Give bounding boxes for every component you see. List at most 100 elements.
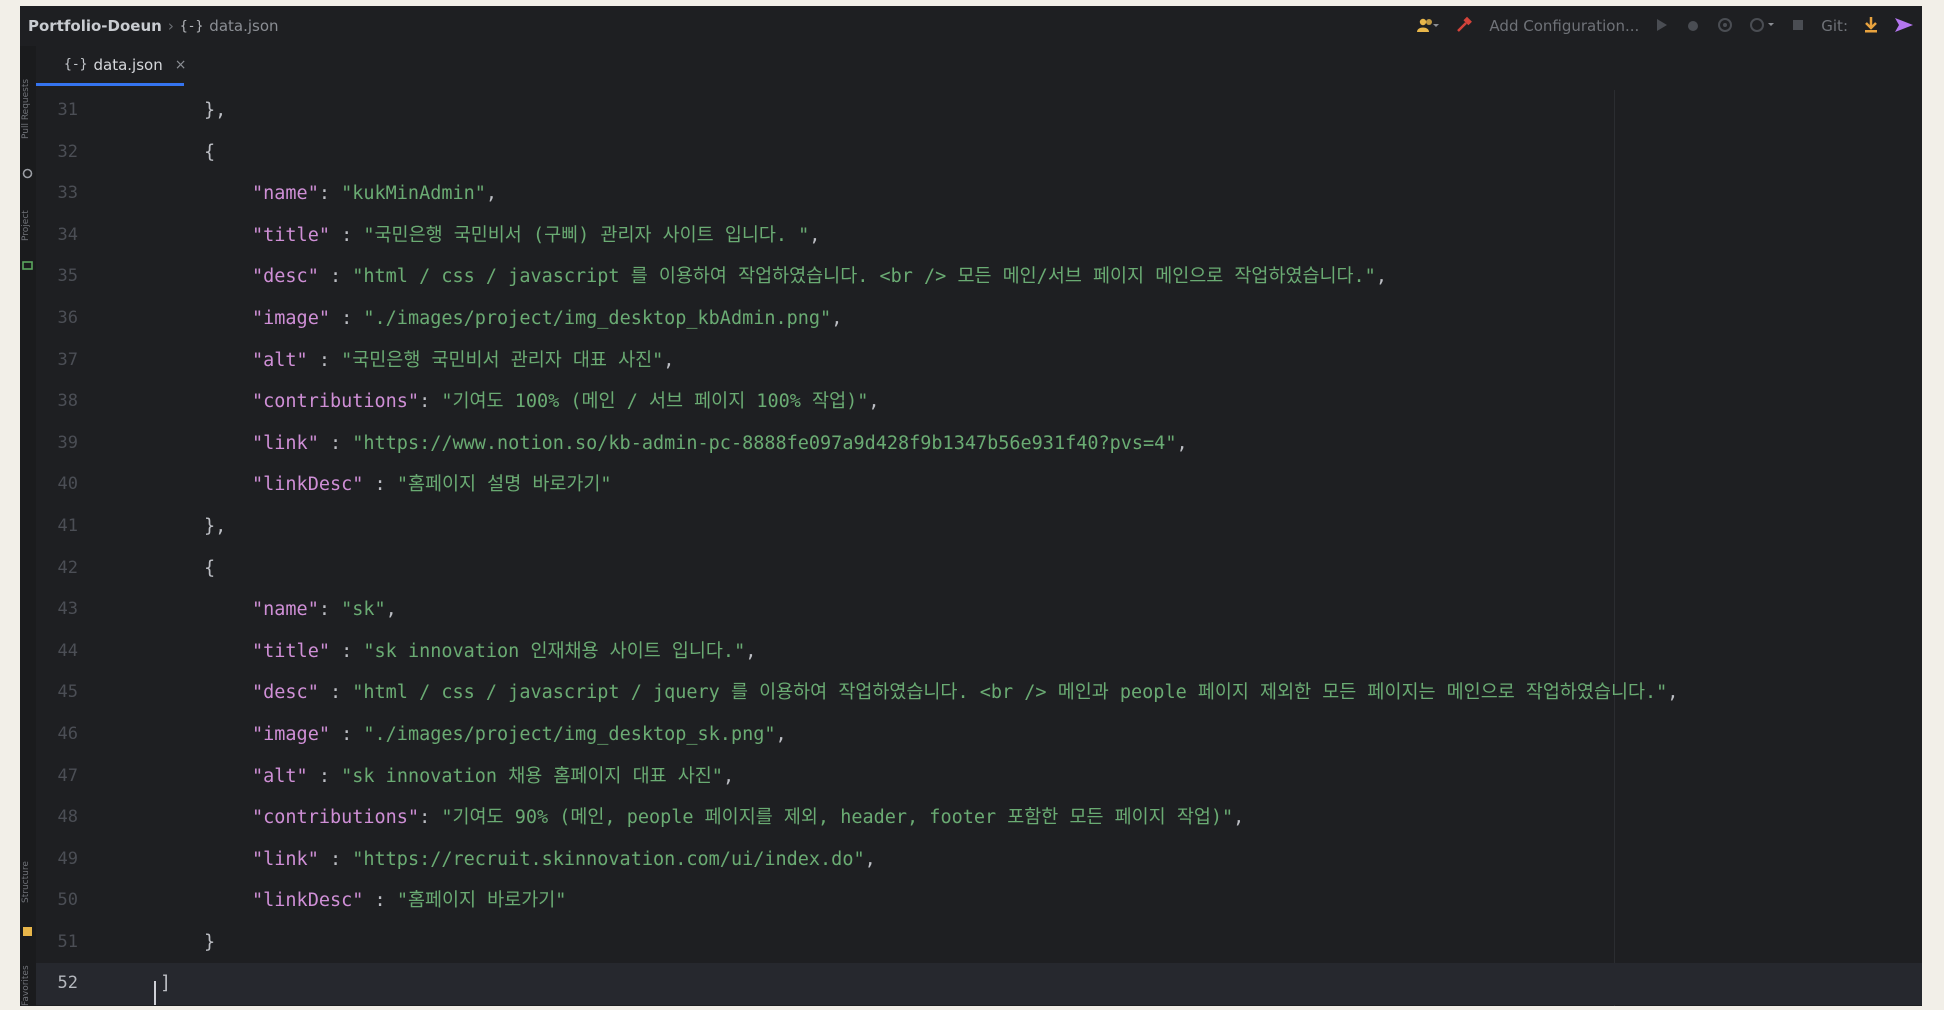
code-line[interactable]: 47 "alt" : "sk innovation 채용 홈페이지 대표 사진", bbox=[36, 756, 1922, 798]
tool-window-strip: Pull Requests Project Structure Favorite… bbox=[20, 46, 36, 1006]
code-line[interactable]: 42 { bbox=[36, 548, 1922, 590]
run-icon[interactable] bbox=[1655, 17, 1669, 36]
line-number: 33 bbox=[57, 183, 78, 204]
json-string-value: "https://www.notion.so/kb-admin-pc-8888f… bbox=[352, 432, 1177, 454]
json-separator: : bbox=[318, 266, 353, 288]
json-separator: : bbox=[329, 307, 364, 329]
project-icon[interactable] bbox=[22, 260, 33, 271]
code-line[interactable]: 52] bbox=[36, 963, 1922, 1006]
code-line[interactable]: 46 "image" : "./images/project/img_deskto… bbox=[36, 714, 1922, 756]
json-comma: , bbox=[1233, 807, 1245, 829]
line-number: 42 bbox=[57, 557, 78, 578]
git-push-icon[interactable] bbox=[1894, 16, 1914, 37]
code-line[interactable]: 39 "link" : "https://www.notion.so/kb-adm… bbox=[36, 423, 1922, 465]
code-line[interactable]: 36 "image" : "./images/project/img_deskto… bbox=[36, 298, 1922, 340]
json-separator: : bbox=[318, 848, 353, 870]
line-content: "title" : "국민은행 국민비서 (구삐) 관리자 사이트 입니다. "… bbox=[252, 215, 820, 257]
code-line[interactable]: 50 "linkDesc" : "홈페이지 바로가기" bbox=[36, 880, 1922, 922]
pull-requests-icon[interactable] bbox=[22, 168, 33, 179]
tab-label: data.json bbox=[93, 55, 163, 74]
ide-window: Portfolio-Doeun › {-} data.json Add Conf… bbox=[20, 6, 1922, 1006]
text-caret bbox=[154, 972, 156, 1006]
line-number: 34 bbox=[57, 224, 78, 245]
code-line[interactable]: 37 "alt" : "국민은행 국민비서 관리자 대표 사진", bbox=[36, 340, 1922, 382]
json-bracket: { bbox=[204, 141, 216, 163]
code-line[interactable]: 43 "name": "sk", bbox=[36, 589, 1922, 631]
json-separator: : bbox=[329, 640, 364, 662]
json-bracket: }, bbox=[204, 100, 227, 121]
line-content: "desc" : "html / css / javascript / jque… bbox=[252, 672, 1678, 714]
json-key: "name" bbox=[252, 599, 319, 621]
json-string-value: "https://recruit.skinnovation.com/ui/ind… bbox=[352, 848, 865, 870]
line-content: { bbox=[204, 548, 215, 590]
structure-tool[interactable]: Structure bbox=[21, 842, 35, 922]
title-bar: Portfolio-Doeun › {-} data.json Add Conf… bbox=[20, 6, 1922, 46]
git-label: Git: bbox=[1821, 17, 1848, 35]
project-name[interactable]: Portfolio-Doeun bbox=[28, 17, 162, 35]
code-line[interactable]: 41}, bbox=[36, 506, 1922, 548]
json-key: "desc" bbox=[252, 682, 319, 704]
line-number: 38 bbox=[57, 391, 78, 412]
code-line[interactable]: 49 "link" : "https://recruit.skinnovation… bbox=[36, 839, 1922, 881]
json-string-value: "홈페이지 설명 바로가기" bbox=[396, 474, 612, 496]
favorites-tool[interactable]: Favorites bbox=[21, 951, 35, 1006]
json-bracket: { bbox=[204, 557, 216, 579]
pull-requests-tool[interactable]: Pull Requests bbox=[21, 54, 35, 164]
json-bracket: } bbox=[204, 931, 216, 953]
breadcrumb-file[interactable]: data.json bbox=[209, 17, 278, 35]
code-line[interactable]: 33 "name": "kukMinAdmin", bbox=[36, 173, 1922, 215]
json-string-value: "기여도 90% (메인, people 페이지를 제외, header, fo… bbox=[441, 807, 1234, 829]
code-line[interactable]: 51} bbox=[36, 922, 1922, 964]
breadcrumb: Portfolio-Doeun › {-} data.json bbox=[20, 17, 279, 35]
line-content: "contributions": "기여도 90% (메인, people 페이… bbox=[252, 797, 1244, 839]
structure-icon[interactable] bbox=[22, 926, 33, 937]
line-content: "desc" : "html / css / javascript 를 이용하여… bbox=[252, 256, 1387, 298]
line-number: 45 bbox=[57, 682, 78, 703]
code-line[interactable]: 40 "linkDesc" : "홈페이지 설명 바로가기" bbox=[36, 464, 1922, 506]
json-comma: , bbox=[1176, 432, 1188, 454]
code-line[interactable]: 31}, bbox=[36, 90, 1922, 132]
stop-icon[interactable] bbox=[1791, 18, 1805, 35]
line-content: "alt" : "국민은행 국민비서 관리자 대표 사진", bbox=[252, 340, 674, 382]
json-string-value: "./images/project/img_desktop_kbAdmin.pn… bbox=[363, 307, 832, 329]
user-icon[interactable] bbox=[1417, 17, 1440, 36]
code-editor[interactable]: 31}, 32 {33 "name": "kukMinAdmin", 34 "title"… bbox=[36, 90, 1922, 1006]
project-tool[interactable]: Project bbox=[21, 196, 35, 256]
add-configuration-button[interactable]: Add Configuration... bbox=[1489, 17, 1639, 35]
code-line[interactable]: 32 { bbox=[36, 132, 1922, 174]
json-comma: , bbox=[663, 349, 675, 371]
code-lines[interactable]: 31}, 32 {33 "name": "kukMinAdmin", 34 "title"… bbox=[36, 90, 1922, 1006]
line-number: 47 bbox=[57, 765, 78, 786]
json-key: "title" bbox=[252, 640, 330, 662]
git-update-icon[interactable] bbox=[1864, 16, 1878, 37]
code-line[interactable]: 34 "title" : "국민은행 국민비서 (구삐) 관리자 사이트 입니다.… bbox=[36, 215, 1922, 257]
profile-icon[interactable] bbox=[1749, 17, 1775, 36]
json-comma: , bbox=[385, 599, 397, 621]
close-icon[interactable]: × bbox=[175, 57, 187, 73]
coverage-icon[interactable] bbox=[1717, 17, 1733, 36]
debug-icon[interactable] bbox=[1685, 17, 1701, 36]
line-number: 48 bbox=[57, 807, 78, 828]
line-content: "contributions": "기여도 100% (메인 / 서브 페이지 … bbox=[252, 381, 880, 423]
line-content: "title" : "sk innovation 인재채용 사이트 입니다.", bbox=[252, 631, 756, 673]
code-line[interactable]: 48 "contributions": "기여도 90% (메인, people … bbox=[36, 797, 1922, 839]
json-separator: : bbox=[318, 599, 342, 621]
json-key: "link" bbox=[252, 432, 319, 454]
code-line[interactable]: 35 "desc" : "html / css / javascript 를 이용… bbox=[36, 256, 1922, 298]
code-line[interactable]: 44 "title" : "sk innovation 인재채용 사이트 입니다.… bbox=[36, 631, 1922, 673]
line-content: "link" : "https://www.notion.so/kb-admin… bbox=[252, 423, 1188, 465]
json-separator: : bbox=[307, 349, 342, 371]
line-number: 41 bbox=[57, 515, 78, 536]
json-key: "linkDesc" bbox=[252, 474, 364, 496]
json-string-value: "sk innovation 채용 홈페이지 대표 사진" bbox=[341, 765, 723, 787]
line-number: 31 bbox=[57, 100, 78, 120]
json-string-value: "기여도 100% (메인 / 서브 페이지 100% 작업)" bbox=[441, 391, 869, 413]
code-line[interactable]: 38 "contributions": "기여도 100% (메인 / 서브 페이… bbox=[36, 381, 1922, 423]
hammer-icon[interactable] bbox=[1455, 16, 1473, 37]
json-key: "linkDesc" bbox=[252, 890, 364, 912]
code-line[interactable]: 45 "desc" : "html / css / javascript / jq… bbox=[36, 672, 1922, 714]
tab-data-json[interactable]: {-} data.json × bbox=[36, 46, 187, 86]
json-separator: : bbox=[419, 391, 442, 413]
json-bracket: }, bbox=[204, 515, 227, 537]
json-key: "contributions" bbox=[252, 391, 420, 413]
